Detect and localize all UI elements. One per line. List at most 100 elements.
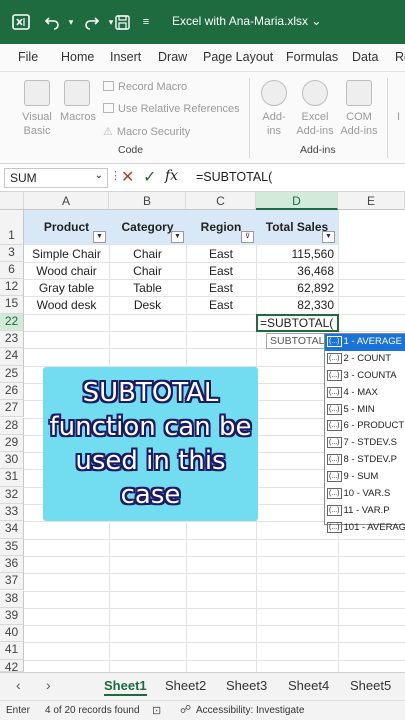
accessibility-status[interactable]: Accessibility: Investigate	[196, 705, 304, 716]
more-options-icon[interactable]: ⋮	[110, 169, 121, 182]
filter-dropdown-icon[interactable]: ▼	[171, 231, 184, 243]
column-header-a[interactable]: A	[24, 192, 109, 210]
list-item[interactable]: (...) 3 - COUNTA	[325, 368, 405, 385]
list-item[interactable]: (...) 2 - COUNT	[325, 351, 405, 368]
column-header-d[interactable]: D	[256, 192, 338, 210]
list-item[interactable]: (...) 5 - MIN	[325, 402, 405, 419]
save-icon[interactable]	[110, 0, 134, 44]
chevron-right-icon[interactable]: ›	[46, 677, 51, 693]
list-item[interactable]: (...) 10 - VAR.S	[325, 486, 405, 503]
cell-category[interactable]: Chair	[109, 263, 186, 280]
cell-total-sales[interactable]: 82,330	[256, 297, 334, 314]
list-item[interactable]: (...) 11 - VAR.P	[325, 503, 405, 520]
active-cell[interactable]: =SUBTOTAL(	[256, 314, 339, 332]
cancel-icon[interactable]: ✕	[121, 167, 134, 187]
worksheet-grid[interactable]: A B C D E Product Category Region Total …	[0, 192, 405, 672]
tab-formulas[interactable]: Formulas	[286, 50, 338, 64]
addins-button[interactable]: Add- ins	[252, 110, 296, 138]
column-header-e[interactable]: E	[338, 192, 405, 210]
cell-total-sales[interactable]: 115,560	[256, 246, 335, 263]
accessibility-icon[interactable]: ☍	[180, 703, 191, 716]
tab-draw[interactable]: Draw	[158, 50, 187, 64]
row-header[interactable]: 23	[0, 331, 24, 349]
list-item[interactable]: (...) 1 - AVERAGE	[325, 334, 405, 351]
gear-icon[interactable]	[302, 80, 328, 106]
record-macro-button[interactable]: Record Macro	[103, 80, 187, 94]
cell-product[interactable]: Gray table	[24, 280, 109, 297]
row-header[interactable]: 39	[0, 607, 24, 626]
row-header[interactable]: 29	[0, 434, 24, 453]
row-header[interactable]: 36	[0, 555, 24, 574]
row-header[interactable]: 25	[0, 365, 24, 383]
row-header[interactable]: 41	[0, 642, 24, 660]
list-item[interactable]: (...) 9 - SUM	[325, 469, 405, 486]
list-item[interactable]: (...) 8 - STDEV.P	[325, 452, 405, 469]
tab-home[interactable]: Home	[61, 50, 94, 64]
row-header[interactable]: 15	[0, 296, 24, 314]
cell-region[interactable]: East	[186, 263, 256, 280]
row-header[interactable]: 27	[0, 400, 24, 418]
macros-icon[interactable]	[64, 80, 90, 106]
addins-icon[interactable]	[261, 80, 287, 106]
row-header[interactable]: 32	[0, 486, 24, 504]
row-header[interactable]: 1	[0, 210, 24, 245]
row-header[interactable]: 30	[0, 452, 24, 470]
cell-category[interactable]: Chair	[109, 246, 186, 263]
filter-dropdown-icon[interactable]: ▼	[93, 231, 106, 243]
row-header[interactable]: 26	[0, 382, 24, 401]
list-item[interactable]: (...) 6 - PRODUCT	[325, 418, 405, 435]
row-header[interactable]: 34	[0, 521, 24, 539]
excel-addins-button[interactable]: Excel Add-ins	[292, 110, 338, 138]
row-header[interactable]: 22	[0, 314, 24, 331]
row-header[interactable]: 33	[0, 504, 24, 522]
cell-region[interactable]: East	[186, 280, 256, 297]
visual-basic-button[interactable]: Visual Basic	[14, 110, 60, 138]
enter-check-icon[interactable]: ✓	[143, 167, 156, 187]
cell-region[interactable]: East	[186, 246, 256, 263]
cell-total-sales[interactable]: 62,892	[256, 280, 334, 297]
formula-input[interactable]: =SUBTOTAL(	[196, 170, 272, 184]
cell-total-sales[interactable]: 36,468	[256, 263, 334, 280]
row-header[interactable]: 35	[0, 538, 24, 556]
redo-icon[interactable]	[80, 0, 104, 44]
row-header[interactable]: 37	[0, 573, 24, 591]
select-all-corner[interactable]	[0, 192, 24, 210]
row-header[interactable]: 28	[0, 417, 24, 435]
sheet-tab-sheet3[interactable]: Sheet3	[226, 678, 267, 693]
row-header[interactable]: 42	[0, 659, 24, 672]
row-header[interactable]: 6	[0, 262, 24, 279]
filter-dropdown-icon[interactable]: ▼	[322, 231, 335, 243]
sheet-tab-sheet5[interactable]: Sheet5	[350, 678, 391, 693]
function-num-autocomplete[interactable]: (...) 1 - AVERAGE (...) 2 - COUNT (...) 3 -…	[324, 333, 405, 533]
insert-function-icon[interactable]: fx	[165, 168, 178, 184]
list-item[interactable]: (...)101 - AVERAGE	[325, 520, 405, 537]
filter-applied-icon[interactable]: ⊽	[241, 231, 254, 243]
tab-review[interactable]: Re	[395, 50, 405, 64]
row-header[interactable]: 31	[0, 469, 24, 487]
tab-file[interactable]: File	[18, 50, 38, 64]
cell-category[interactable]: Desk	[109, 297, 186, 314]
use-relative-references-button[interactable]: Use Relative References	[103, 102, 240, 116]
list-item[interactable]: (...) 7 - STDEV.S	[325, 435, 405, 452]
name-box[interactable]: SUM ⌄	[4, 168, 108, 188]
tab-data[interactable]: Data	[352, 50, 378, 64]
macro-security-button[interactable]: ⚠ Macro Security	[103, 125, 190, 139]
cell-product[interactable]: Wood chair	[24, 263, 109, 280]
column-header-c[interactable]: C	[186, 192, 256, 210]
list-item[interactable]: (...) 4 - MAX	[325, 385, 405, 402]
document-title[interactable]: Excel with Ana-Maria.xlsx ⌄	[172, 14, 321, 28]
cell-product[interactable]: Simple Chair	[24, 246, 109, 263]
visual-basic-icon[interactable]	[24, 80, 50, 106]
sheet-tab-sheet2[interactable]: Sheet2	[165, 678, 206, 693]
tab-page-layout[interactable]: Page Layout	[203, 50, 273, 64]
undo-dropdown-icon[interactable]: ▾	[64, 0, 78, 44]
undo-icon[interactable]	[40, 0, 64, 44]
tab-insert[interactable]: Insert	[110, 50, 141, 64]
macros-button[interactable]: Macros	[56, 110, 100, 124]
cell-product[interactable]: Wood desk	[24, 297, 109, 314]
com-addins-button[interactable]: COM Add-ins	[336, 110, 382, 138]
customize-toolbar-icon[interactable]: ≡	[138, 0, 154, 44]
cell-region[interactable]: East	[186, 297, 256, 314]
sheet-tab-sheet4[interactable]: Sheet4	[288, 678, 329, 693]
row-header[interactable]: 3	[0, 245, 24, 262]
